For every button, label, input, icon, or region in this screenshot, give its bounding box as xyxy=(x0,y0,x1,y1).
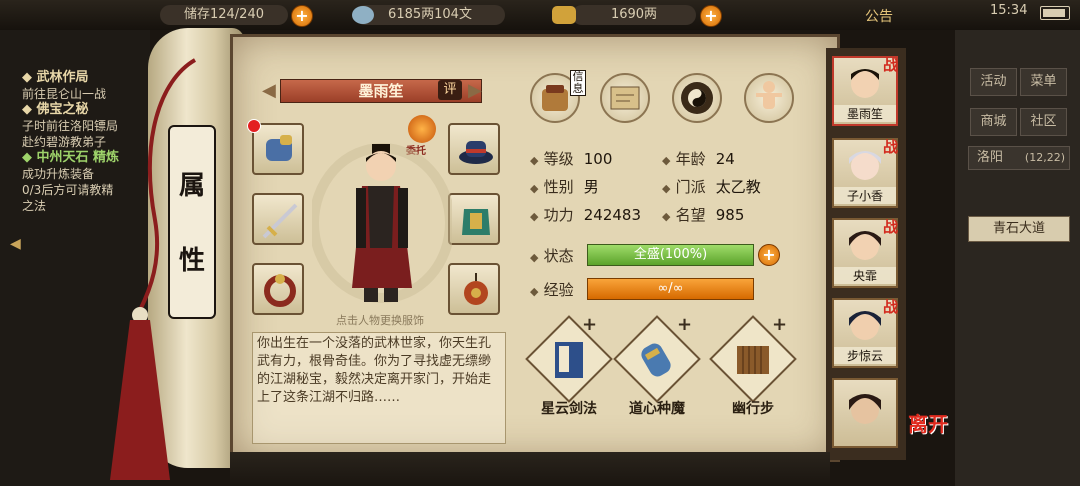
character-name: 墨雨笙 xyxy=(358,82,404,100)
skill-3-name: 幽行步 xyxy=(732,401,774,417)
right-menu-panel xyxy=(955,30,1080,486)
status-bar: 全盛(100%) xyxy=(587,244,754,266)
evaluate-button[interactable]: 评 xyxy=(438,80,462,100)
status-label: ◆ 状态 xyxy=(530,247,574,265)
party-member-3[interactable]: 战 央霏 xyxy=(832,218,898,288)
skill-1-name: 星云剑法 xyxy=(541,401,597,417)
exp-label: ◆ 经验 xyxy=(530,281,574,299)
gold-display: 1690两 xyxy=(572,5,696,25)
character-biography: 你出生在一个没落的武林世家，你天生孔武有力，根骨奇佳。你为了寻找虚无缥缈的江湖秘… xyxy=(252,332,506,444)
coin-icon xyxy=(352,6,374,24)
skill-1-add-button[interactable]: + xyxy=(582,314,597,335)
clock: 15:34 xyxy=(990,3,1028,18)
equip-slot-ring[interactable] xyxy=(252,263,304,315)
party-member-4[interactable]: 战 步惊云 xyxy=(832,298,898,368)
party-member-2[interactable]: 战 子小香 xyxy=(832,138,898,208)
menu-button[interactable]: 菜单 xyxy=(1020,68,1067,96)
exp-bar: ∞/∞ xyxy=(587,278,754,300)
sword-manual-icon xyxy=(555,342,583,378)
bamboo-slips-icon xyxy=(737,346,769,374)
level-row: ◆ 等级 100 xyxy=(530,150,613,168)
amulet-icon xyxy=(464,273,488,305)
skill-2-name: 道心种魔 xyxy=(629,401,685,417)
portrait-icon xyxy=(849,394,881,424)
announcement-button[interactable]: 公告 xyxy=(865,6,893,26)
equip-slot-hat[interactable] xyxy=(448,123,500,175)
bottom-nav-bar xyxy=(230,452,830,486)
gender-row: ◆ 性别 男 xyxy=(530,178,599,196)
party-member-1[interactable]: 战 墨雨笙 xyxy=(832,56,898,126)
sect-row: ◆ 门派 太乙教 xyxy=(662,178,761,196)
age-value: 24 xyxy=(715,150,735,168)
info-label: 信息 xyxy=(570,70,586,96)
fame-row: ◆ 名望 985 xyxy=(662,206,745,224)
ring-icon xyxy=(264,274,296,307)
gender-value: 男 xyxy=(583,178,599,196)
sword-icon xyxy=(262,203,298,239)
level-value: 100 xyxy=(583,150,613,168)
equip-slot-gloves[interactable] xyxy=(252,123,304,175)
change-outfit-hint: 点击人物更换服饰 xyxy=(336,314,424,327)
fame-value: 985 xyxy=(715,206,745,224)
scroll-tube-icon xyxy=(641,343,671,377)
party-member-5[interactable] xyxy=(832,378,898,448)
armor-icon xyxy=(462,209,490,235)
restore-status-button[interactable]: + xyxy=(758,244,780,266)
add-gold-button[interactable]: + xyxy=(700,5,722,27)
bagua-button[interactable] xyxy=(672,73,722,123)
tassel-decoration xyxy=(110,58,197,480)
shop-button[interactable]: 商城 xyxy=(970,108,1017,136)
character-figure[interactable] xyxy=(312,128,452,313)
map-button[interactable] xyxy=(600,73,650,123)
meridian-button[interactable] xyxy=(744,73,794,123)
money-display: 6185两104文 xyxy=(355,5,505,25)
battery-icon xyxy=(1040,6,1070,20)
age-row: ◆ 年龄 24 xyxy=(662,150,735,168)
alert-dot-icon xyxy=(247,119,261,133)
equip-slot-weapon[interactable] xyxy=(252,193,304,245)
equip-slot-amulet[interactable] xyxy=(448,263,500,315)
meridian-figure-icon xyxy=(756,81,782,109)
location-bar[interactable]: 洛阳 (12,22) xyxy=(968,146,1070,170)
banner-right-arrow-icon: ▶ xyxy=(468,80,482,101)
equip-slot-armor[interactable] xyxy=(448,193,500,245)
gloves-icon xyxy=(266,135,292,161)
bagua-icon xyxy=(681,82,713,114)
collapse-arrow-icon[interactable]: ◀ xyxy=(10,236,21,252)
community-button[interactable]: 社区 xyxy=(1020,108,1067,136)
map-scroll-icon xyxy=(610,86,640,110)
skill-3-add-button[interactable]: + xyxy=(772,314,787,335)
activity-button[interactable]: 活动 xyxy=(970,68,1017,96)
hat-icon xyxy=(459,141,493,164)
banner-left-arrow-icon: ◀ xyxy=(262,80,276,101)
sect-value: 太乙教 xyxy=(715,178,761,196)
skill-2-add-button[interactable]: + xyxy=(677,314,692,335)
location-coords: (12,22) xyxy=(1024,151,1065,164)
leave-button[interactable]: 离开 xyxy=(905,408,951,437)
gold-ingot-icon xyxy=(552,6,576,24)
road-button[interactable]: 青石大道 xyxy=(968,216,1070,242)
power-value: 242483 xyxy=(583,206,642,224)
add-capacity-button[interactable]: + xyxy=(291,5,313,27)
power-row: ◆ 功力 242483 xyxy=(530,206,642,224)
location-name: 洛阳 xyxy=(977,150,1004,165)
